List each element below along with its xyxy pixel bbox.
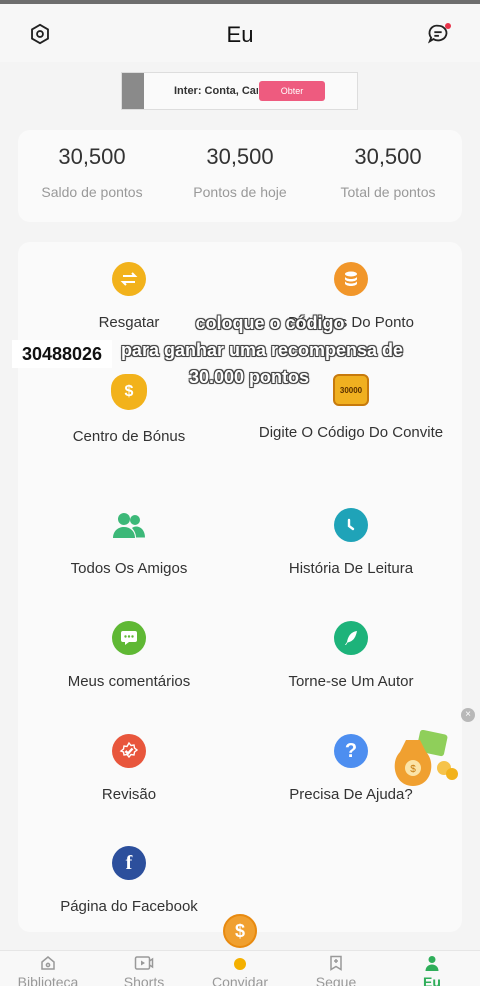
ad-button[interactable]: Obter xyxy=(259,81,325,101)
stat-value: 30,500 xyxy=(354,144,422,169)
menu-label: Centro de Bónus xyxy=(72,428,186,445)
caption-line: para ganhar uma recompensa de xyxy=(120,340,404,360)
nav-label: Shorts xyxy=(123,974,165,986)
menu-item-my-comments[interactable]: Meus comentários xyxy=(18,621,240,692)
clock-icon xyxy=(334,508,368,542)
menu-item-reading-history[interactable]: História De Leitura xyxy=(240,508,462,579)
invite-code-overlay: 30488026 xyxy=(12,340,112,368)
person-icon xyxy=(425,956,439,971)
nav-tab-shorts[interactable]: Shorts xyxy=(96,955,192,986)
menu-label: Torne-se Um Autor xyxy=(288,673,414,690)
menu-item-become-author[interactable]: Torne-se Um Autor xyxy=(240,621,462,692)
stat-value: 30,500 xyxy=(206,144,274,169)
caption-overlay: coloque o código para ganhar uma recompe… xyxy=(110,310,430,391)
ad-text: Inter: Conta, Car xyxy=(174,85,258,97)
video-icon xyxy=(134,956,154,970)
menu-label: Página do Facebook xyxy=(60,898,198,915)
notification-dot xyxy=(445,23,451,29)
menu-label: Digite O Código Do Convite xyxy=(258,424,444,441)
points-summary: 30,500 Saldo de pontos 30,500 Pontos de … xyxy=(18,130,462,222)
nav-tab-following[interactable]: Segue xyxy=(288,955,384,986)
page-title: Eu xyxy=(226,22,254,47)
caption-line: coloque o código xyxy=(195,313,345,333)
nav-label: Segue xyxy=(315,974,357,986)
ad-banner[interactable]: Inter: Conta, Car Obter xyxy=(121,72,358,110)
nav-label: Eu xyxy=(423,974,441,986)
stat-total[interactable]: 30,500 Total de pontos xyxy=(314,144,462,200)
menu-label: Meus comentários xyxy=(67,673,191,690)
stat-label: Pontos de hoje xyxy=(193,184,287,200)
nav-label: Convidar xyxy=(211,974,269,986)
invite-coin-icon[interactable]: $ xyxy=(223,914,257,948)
check-badge-icon xyxy=(112,734,146,768)
bottom-nav: Biblioteca Shorts Convidar Segue Eu xyxy=(0,950,480,986)
menu-label: Revisão xyxy=(101,786,157,803)
caption-line: 30.000 pontos xyxy=(188,367,310,387)
quill-icon xyxy=(334,621,368,655)
menu-item-review[interactable]: Revisão xyxy=(18,734,240,805)
money-bag-icon[interactable]: $ xyxy=(392,730,462,790)
menu-item-all-friends[interactable]: Todos Os Amigos xyxy=(18,508,240,579)
header: Eu xyxy=(0,4,480,62)
stat-today[interactable]: 30,500 Pontos de hoje xyxy=(166,144,314,200)
home-icon xyxy=(41,956,55,970)
nav-tab-me[interactable]: Eu xyxy=(384,955,480,986)
nav-tab-library[interactable]: Biblioteca xyxy=(0,955,96,986)
stat-value: 30,500 xyxy=(58,144,126,169)
nav-tab-invite[interactable]: Convidar xyxy=(192,955,288,986)
menu-label: Todos Os Amigos xyxy=(70,560,188,577)
ad-image xyxy=(122,73,144,109)
exchange-icon xyxy=(112,262,146,296)
stat-balance[interactable]: 30,500 Saldo de pontos xyxy=(18,144,166,200)
svg-text:$: $ xyxy=(410,764,416,775)
stat-label: Total de pontos xyxy=(340,184,436,200)
close-icon[interactable]: × xyxy=(461,708,475,722)
friends-icon xyxy=(112,508,146,542)
question-icon: ? xyxy=(334,734,368,768)
menu-item-facebook-page[interactable]: f Página do Facebook xyxy=(18,846,240,917)
nav-label: Biblioteca xyxy=(17,974,79,986)
menu-label: História De Leitura xyxy=(288,560,414,577)
stat-label: Saldo de pontos xyxy=(41,184,143,200)
sun-icon xyxy=(234,958,246,970)
coins-icon xyxy=(334,262,368,296)
bookmark-icon xyxy=(330,955,342,971)
comment-icon xyxy=(112,621,146,655)
facebook-icon: f xyxy=(112,846,146,880)
